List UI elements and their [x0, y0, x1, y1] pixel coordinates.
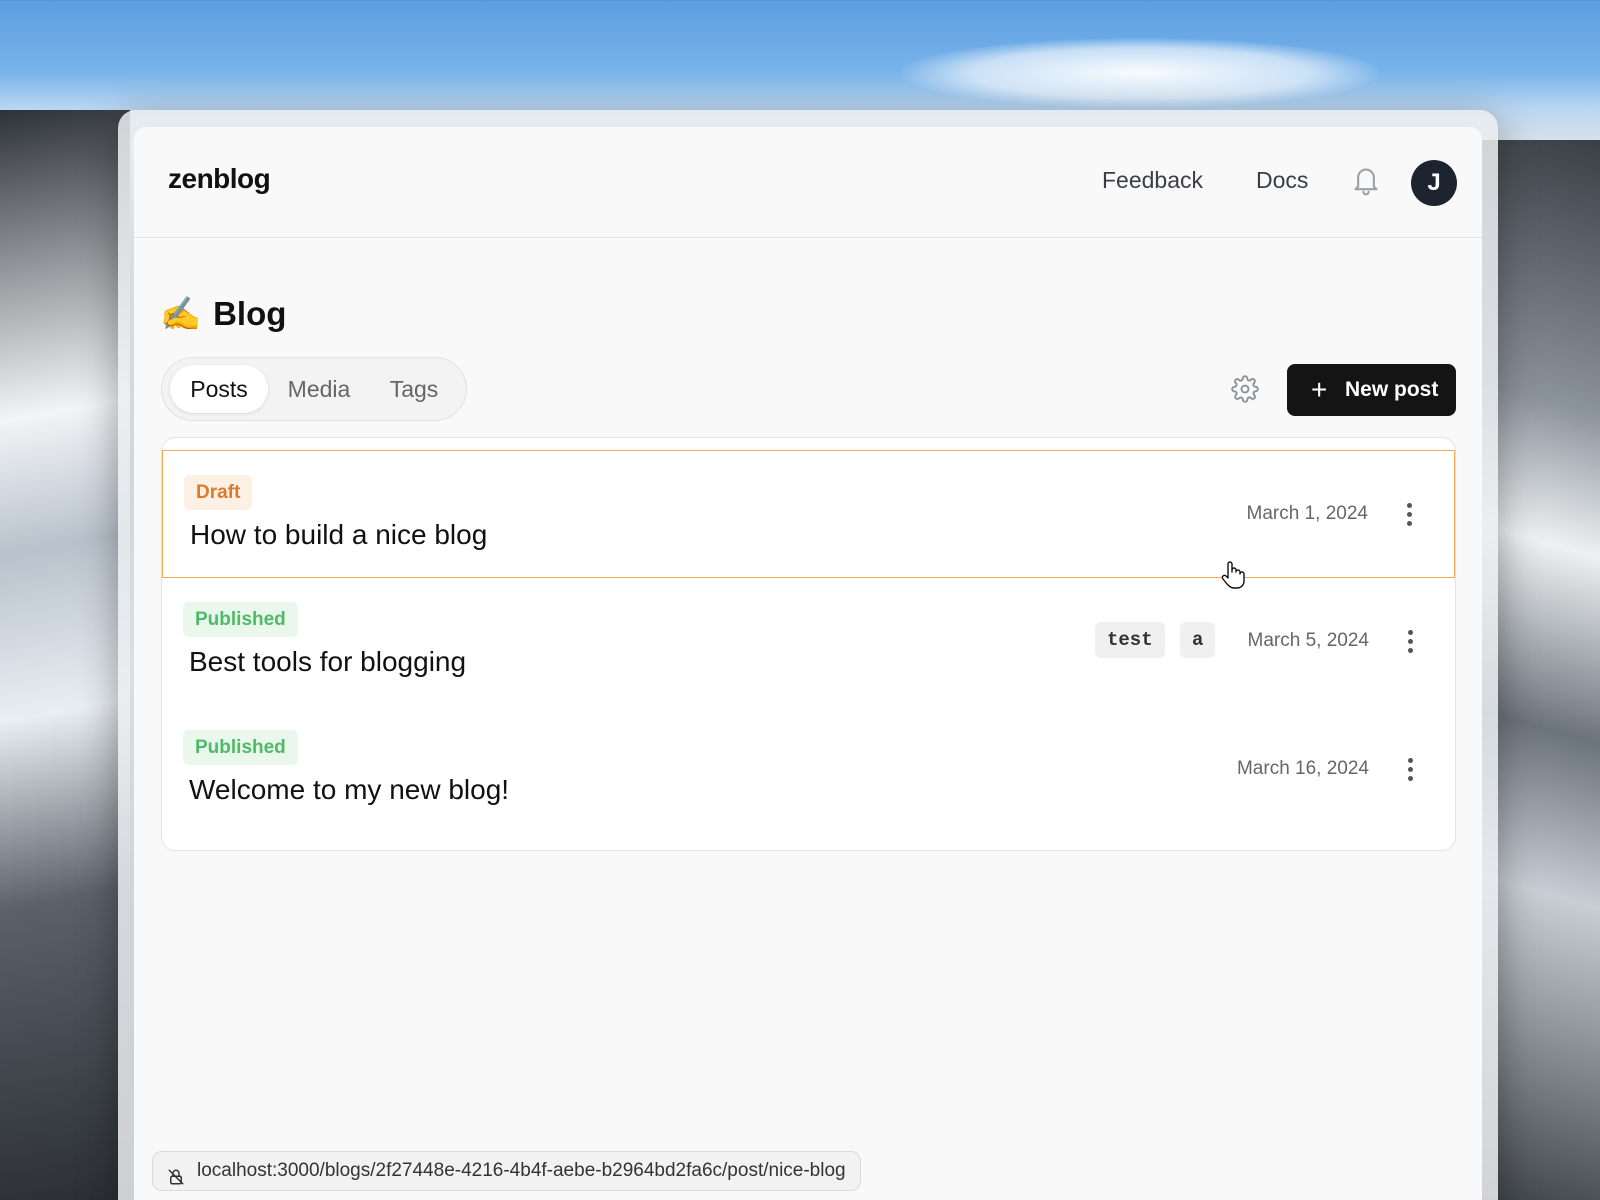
tab-tags[interactable]: Tags: [374, 365, 454, 413]
docs-link[interactable]: Docs: [1256, 167, 1308, 194]
avatar[interactable]: J: [1411, 160, 1457, 206]
background-cloud: [900, 38, 1380, 108]
more-options-icon[interactable]: [1403, 756, 1417, 784]
writing-hand-emoji: ✍️: [160, 295, 202, 332]
status-badge: Draft: [184, 475, 253, 510]
page-title-text: Blog: [213, 295, 287, 332]
tab-bar: Posts Media Tags: [161, 357, 467, 421]
page-title: ✍️ Blog: [160, 295, 286, 334]
status-badge: Published: [183, 602, 298, 637]
post-list: Draft How to build a nice blog March 1, …: [161, 437, 1456, 851]
tag-chip[interactable]: test: [1095, 622, 1165, 658]
post-title[interactable]: How to build a nice blog: [190, 519, 487, 551]
post-title[interactable]: Best tools for blogging: [189, 646, 466, 678]
top-navbar: zenblog Feedback Docs J: [134, 127, 1482, 238]
tab-posts[interactable]: Posts: [170, 365, 268, 413]
app-logo[interactable]: zenblog: [168, 163, 271, 195]
post-row[interactable]: Published Welcome to my new blog! March …: [162, 706, 1455, 834]
gear-icon[interactable]: [1231, 375, 1259, 403]
more-options-icon[interactable]: [1403, 628, 1417, 656]
post-date: March 16, 2024: [1236, 758, 1369, 779]
status-badge: Published: [183, 730, 298, 765]
status-bar-url: localhost:3000/blogs/2f27448e-4216-4b4f-…: [152, 1151, 861, 1191]
bell-icon[interactable]: [1350, 163, 1382, 197]
tag-chip[interactable]: a: [1180, 622, 1216, 658]
more-options-icon[interactable]: [1402, 501, 1416, 529]
feedback-link[interactable]: Feedback: [1102, 167, 1203, 194]
tab-media[interactable]: Media: [274, 365, 364, 413]
background-mountain-left: [0, 110, 130, 1200]
plus-icon: +: [1311, 374, 1328, 405]
post-date: March 5, 2024: [1247, 630, 1369, 651]
new-post-button[interactable]: + New post: [1287, 364, 1456, 416]
post-row[interactable]: Published Best tools for blogging test a…: [162, 578, 1455, 706]
app-window: zenblog Feedback Docs J ✍️ Blog Posts Med…: [134, 127, 1482, 1200]
new-post-label: New post: [1345, 378, 1439, 401]
post-date: March 1, 2024: [1246, 503, 1368, 524]
insecure-lock-icon: [167, 1162, 185, 1185]
post-row[interactable]: Draft How to build a nice blog March 1, …: [162, 450, 1455, 578]
status-url-text: localhost:3000/blogs/2f27448e-4216-4b4f-…: [197, 1160, 846, 1181]
hand-cursor-icon: [1220, 560, 1246, 590]
post-title[interactable]: Welcome to my new blog!: [189, 774, 509, 806]
